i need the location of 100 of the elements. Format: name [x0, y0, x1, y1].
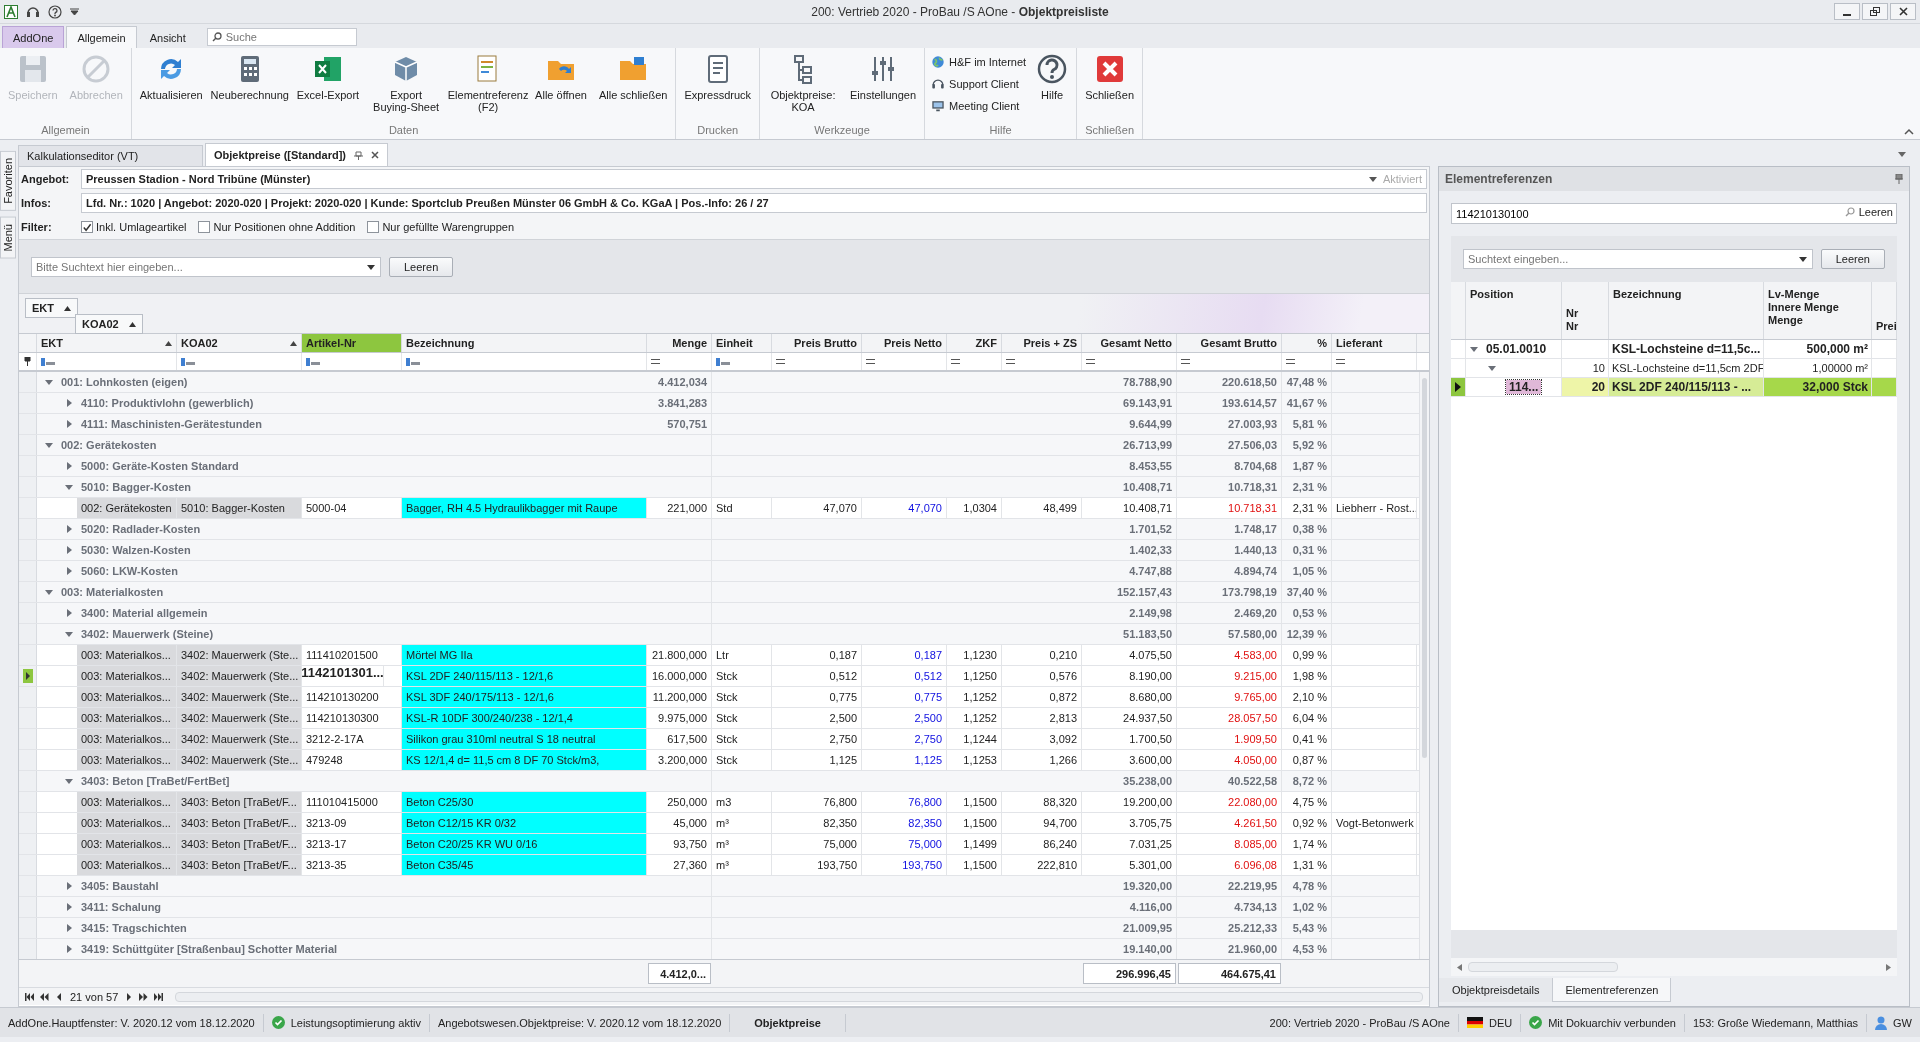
expand-arrow-icon[interactable] [65, 399, 73, 407]
toolbar-button[interactable]: Schließen [1079, 51, 1141, 124]
restore-button[interactable] [1862, 3, 1888, 20]
group-label[interactable]: 002: Gerätekosten [61, 439, 157, 451]
group-label[interactable]: 4111: Maschinisten-Gerätestunden [81, 418, 262, 430]
text-filter-icon[interactable] [41, 357, 55, 366]
collapse-arrow-icon[interactable] [45, 588, 53, 596]
group-chip[interactable]: KOA02 [75, 314, 143, 334]
collapse-arrow-icon[interactable] [65, 777, 73, 785]
scrollbar[interactable] [175, 991, 1423, 1002]
group-label[interactable]: 5060: LKW-Kosten [81, 565, 178, 577]
clear-button[interactable]: Leeren [1820, 249, 1885, 269]
dropdown-icon[interactable] [1368, 176, 1377, 182]
scrollbar[interactable] [1468, 962, 1618, 972]
panel-tab[interactable]: Objektpreisdetails [1439, 978, 1553, 1002]
scroll-left-icon[interactable] [1457, 963, 1462, 971]
checkbox-label[interactable]: Nur gefüllte Warengruppen [382, 221, 515, 233]
toolbar-button[interactable]: Einstellungen [844, 51, 923, 124]
group-label[interactable]: 3402: Mauerwerk (Steine) [81, 628, 214, 640]
ribbon-tab[interactable]: Allgemein [66, 26, 137, 48]
expand-arrow-icon[interactable] [65, 945, 73, 953]
column-header[interactable]: Einheit [712, 334, 772, 352]
toolbar-button[interactable]: Export Buying-Sheet [365, 51, 448, 124]
collapse-arrow-icon[interactable] [65, 483, 73, 491]
checkbox[interactable] [198, 221, 211, 233]
column-header[interactable]: % [1282, 334, 1332, 352]
equals-icon[interactable] [776, 359, 785, 364]
dropdown-icon[interactable] [70, 7, 79, 16]
group-label[interactable]: 5020: Radlader-Kosten [81, 523, 201, 535]
expand-arrow-icon[interactable] [65, 525, 73, 533]
side-tab[interactable]: Menü [0, 216, 16, 259]
first-page-icon[interactable] [25, 992, 34, 1001]
equals-icon[interactable] [651, 359, 660, 364]
equals-icon[interactable] [1181, 359, 1190, 364]
checkbox[interactable] [81, 221, 93, 233]
collapse-arrow-icon[interactable] [45, 378, 53, 386]
expand-arrow-icon[interactable] [65, 924, 73, 932]
collapse-arrow-icon[interactable] [45, 441, 53, 449]
expand-arrow-icon[interactable] [65, 462, 73, 470]
column-header[interactable]: ZKF [947, 334, 1002, 352]
checkbox-label[interactable]: Inkl. Umlageartikel [96, 221, 187, 233]
expand-arrow-icon[interactable] [65, 567, 73, 575]
headset-icon[interactable] [26, 4, 40, 19]
column-header[interactable]: Preis Brutto [772, 334, 862, 352]
expand-arrow-icon[interactable] [65, 546, 73, 554]
pin-icon[interactable] [354, 150, 364, 160]
toolbar-button[interactable]: H&F im Internet [927, 51, 1031, 73]
search-field[interactable]: Bitte Suchtext hier eingeben... [31, 256, 381, 277]
help-icon[interactable] [48, 4, 62, 19]
clear-button[interactable]: Leeren [389, 256, 454, 277]
search-field[interactable]: Suchtext eingeben... [1463, 249, 1813, 269]
equals-icon[interactable] [1286, 359, 1295, 364]
text-filter-icon[interactable] [406, 357, 420, 366]
toolbar-button[interactable]: Neuberechnung [208, 51, 291, 124]
equals-icon[interactable] [1006, 359, 1015, 364]
app-logo-icon[interactable] [4, 4, 18, 19]
column-header[interactable]: Lv-Menge Innere Menge Menge [1768, 288, 1867, 327]
minimize-button[interactable] [1834, 3, 1860, 20]
ribbon-tab[interactable]: Ansicht [138, 26, 197, 48]
offer-field[interactable]: Preussen Stadion - Nord Tribüne (Münster) Aktiviert [81, 169, 1427, 189]
column-header[interactable]: Gesamt Brutto [1177, 334, 1282, 352]
group-label[interactable]: 3415: Tragschichten [81, 922, 187, 934]
group-label[interactable]: 5030: Walzen-Kosten [81, 544, 191, 556]
column-header[interactable]: Lieferant [1332, 334, 1417, 352]
toolbar-button[interactable]: Hilfe [1030, 51, 1075, 124]
toolbar-button[interactable]: Excel-Export [290, 51, 366, 124]
equals-icon[interactable] [1086, 359, 1095, 364]
expand-arrow-icon[interactable] [65, 609, 73, 617]
last-page-icon[interactable] [154, 992, 164, 1001]
group-label[interactable]: 003: Materialkosten [61, 586, 164, 598]
close-icon[interactable] [371, 151, 380, 159]
column-header[interactable]: Nr Nr [1566, 307, 1604, 333]
column-header[interactable]: EKT [37, 334, 177, 352]
column-header[interactable]: Gesamt Netto [1082, 334, 1177, 352]
collapse-icon[interactable] [1904, 128, 1914, 135]
toolbar-button[interactable]: Alle schließen [592, 51, 674, 124]
toolbar-button[interactable]: Expressdruck [678, 51, 758, 124]
toolbar-button[interactable]: Meeting Client [927, 95, 1031, 117]
column-header[interactable]: Bezeichnung [402, 334, 647, 352]
collapse-arrow-icon[interactable] [1470, 345, 1478, 353]
group-label[interactable]: 4110: Produktivlohn (gewerblich) [81, 397, 254, 409]
expand-arrow-icon[interactable] [65, 882, 73, 890]
previous-page-icon[interactable] [40, 992, 49, 1001]
group-label[interactable]: 3419: Schüttgüter [Straßenbau] Schotter Material [81, 943, 338, 955]
previous-icon[interactable] [55, 992, 64, 1001]
row-indicator[interactable] [1451, 378, 1466, 396]
pin-icon[interactable] [24, 357, 31, 366]
row-indicator[interactable] [19, 666, 37, 686]
dropdown-icon[interactable] [367, 264, 375, 270]
document-tab[interactable]: Objektpreise ([Standard]) [205, 143, 389, 166]
collapse-arrow-icon[interactable] [65, 630, 73, 638]
column-header[interactable]: Menge [647, 334, 712, 352]
group-label[interactable]: 3400: Material allgemein [81, 607, 208, 619]
equals-icon[interactable] [951, 359, 960, 364]
scrollbar[interactable] [1419, 372, 1429, 959]
text-filter-icon[interactable] [716, 357, 730, 366]
close-button[interactable] [1890, 3, 1916, 20]
checkbox[interactable] [367, 221, 380, 233]
group-chip[interactable]: EKT [25, 298, 78, 318]
toolbar-button[interactable]: Objektpreise: KOA [762, 51, 845, 124]
